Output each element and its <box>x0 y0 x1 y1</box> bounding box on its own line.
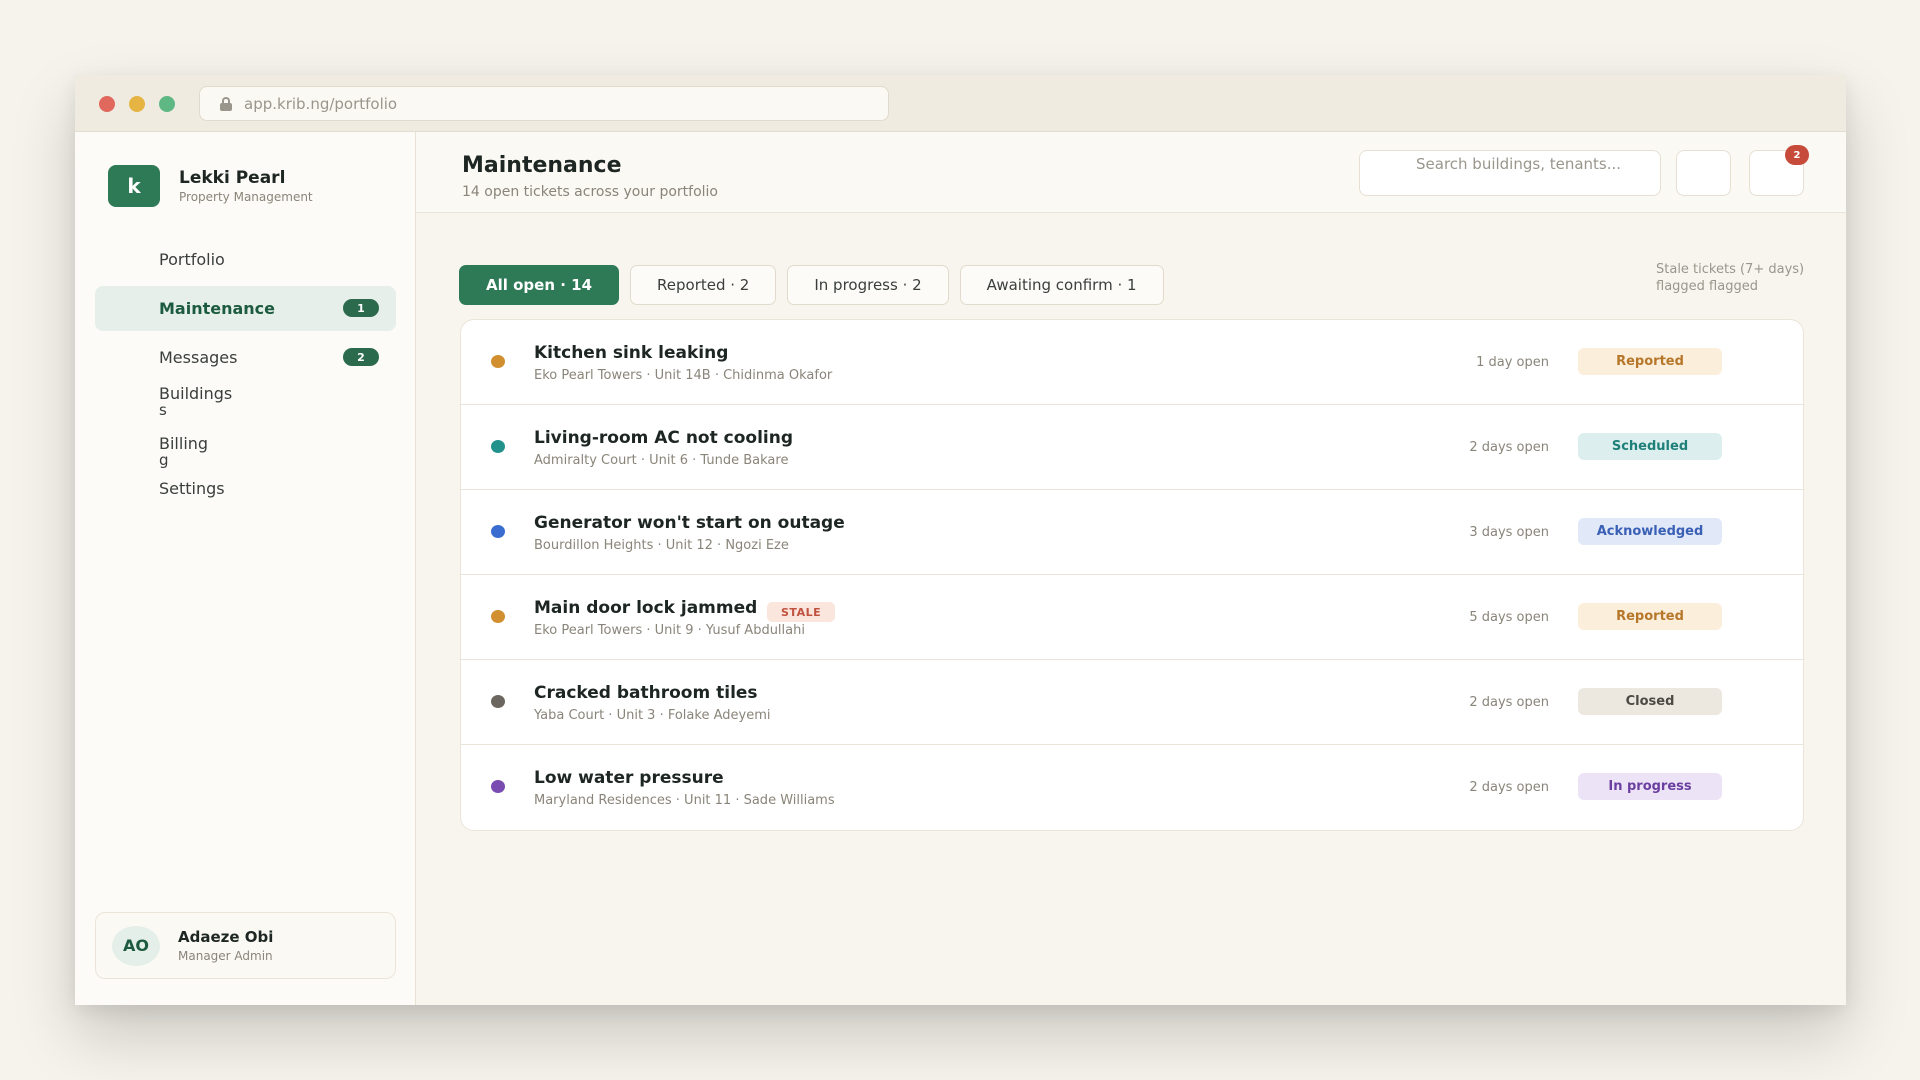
ticket-age: 3 days open <box>1469 525 1549 540</box>
ticket-meta: Bourdillon Heights · Unit 12 · Ngozi Eze <box>534 538 789 553</box>
sidebar-item-maintenance[interactable]: Maintenance 1 <box>95 286 396 331</box>
brand-logo: k <box>108 165 160 207</box>
priority-dot <box>491 355 505 368</box>
status-badge: Closed <box>1578 688 1722 715</box>
sidebar-item-buildings[interactable]: Buildings s <box>95 384 396 424</box>
filter-all-open[interactable]: All open · 14 <box>459 265 620 305</box>
ticket-meta: Eko Pearl Towers · Unit 9 · Yusuf Abdull… <box>534 623 805 638</box>
sidebar-item-label-overflow: g <box>159 451 169 469</box>
maintenance-count-badge: 1 <box>343 299 379 317</box>
ticket-age: 2 days open <box>1469 695 1549 710</box>
ticket-title: Generator won't start on outage <box>534 513 845 533</box>
user-role: Manager Admin <box>178 949 273 963</box>
sidebar-item-label: Maintenance <box>159 299 276 318</box>
brand-subtitle: Property Management <box>179 190 313 204</box>
user-name: Adaeze Obi <box>178 928 274 946</box>
ticket-row[interactable]: Kitchen sink leaking Eko Pearl Towers · … <box>461 320 1803 405</box>
stale-note: Stale tickets (7+ days) flagged flagged <box>1656 262 1805 294</box>
messages-count-badge: 2 <box>343 348 379 366</box>
filter-in-progress[interactable]: In progress · 2 <box>787 265 949 305</box>
status-badge: Reported <box>1578 603 1722 630</box>
priority-dot <box>491 610 505 623</box>
status-badge: Acknowledged <box>1578 518 1722 545</box>
priority-dot <box>491 780 505 793</box>
ticket-row[interactable]: Living-room AC not cooling Admiralty Cou… <box>461 405 1803 490</box>
notification-count-badge: 2 <box>1785 145 1809 165</box>
minimize-window-button[interactable] <box>129 96 145 112</box>
ticket-age: 2 days open <box>1469 440 1549 455</box>
ticket-title: Living-room AC not cooling <box>534 428 794 448</box>
ticket-age: 5 days open <box>1469 610 1549 625</box>
main-content: Maintenance 14 open tickets across your … <box>416 132 1846 1005</box>
sidebar-item-label: Messages <box>159 348 238 367</box>
sidebar-item-portfolio[interactable]: Portfolio <box>95 237 396 282</box>
user-card[interactable]: AO Adaeze Obi Manager Admin <box>95 912 396 979</box>
ticket-row[interactable]: Low water pressure Maryland Residences ·… <box>461 745 1803 830</box>
ticket-age: 1 day open <box>1476 355 1549 370</box>
filter-awaiting-confirm[interactable]: Awaiting confirm · 1 <box>959 265 1164 305</box>
sidebar-item-billing[interactable]: Billing g <box>95 434 396 474</box>
priority-dot <box>491 695 505 708</box>
sidebar-item-label-overflow: s <box>159 401 167 419</box>
sidebar-item-settings[interactable]: Settings <box>95 474 396 502</box>
ticket-list: Kitchen sink leaking Eko Pearl Towers · … <box>460 319 1804 831</box>
ticket-title: Main door lock jammed <box>534 598 758 618</box>
sidebar-item-label: Buildings <box>159 384 233 403</box>
sidebar-nav: Portfolio Maintenance 1 Messages 2 Build… <box>95 237 396 506</box>
ticket-meta: Maryland Residences · Unit 11 · Sade Wil… <box>534 793 835 808</box>
page-subtitle: 14 open tickets across your portfolio <box>462 184 718 200</box>
search-input[interactable]: Search buildings, tenants... <box>1359 150 1661 196</box>
status-badge: In progress <box>1578 773 1722 800</box>
status-badge: Scheduled <box>1578 433 1722 460</box>
sidebar-item-label: Portfolio <box>159 250 225 269</box>
lock-icon <box>220 96 232 111</box>
filter-tabs: All open · 14 Reported · 2 In progress ·… <box>459 265 1164 305</box>
sidebar-item-label: Settings <box>159 478 225 498</box>
sidebar: k Lekki Pearl Property Management Portfo… <box>75 132 416 1005</box>
sidebar-item-label: Billing <box>159 434 209 453</box>
brand[interactable]: k Lekki Pearl Property Management <box>108 165 313 207</box>
address-bar[interactable]: app.krib.ng/portfolio <box>199 86 889 121</box>
maximize-window-button[interactable] <box>159 96 175 112</box>
notifications-button[interactable]: 2 <box>1749 145 1809 196</box>
sidebar-item-messages[interactable]: Messages 2 <box>95 335 396 380</box>
url-text: app.krib.ng/portfolio <box>244 94 398 113</box>
close-window-button[interactable] <box>99 96 115 112</box>
ticket-title: Kitchen sink leaking <box>534 343 729 363</box>
page-title: Maintenance <box>462 153 622 178</box>
priority-dot <box>491 440 505 453</box>
stale-tag: STALE <box>767 602 836 622</box>
ticket-meta: Yaba Court · Unit 3 · Folake Adeyemi <box>534 708 771 723</box>
ticket-meta: Eko Pearl Towers · Unit 14B · Chidinma O… <box>534 368 833 383</box>
status-badge: Reported <box>1578 348 1722 375</box>
ticket-title: Low water pressure <box>534 768 724 788</box>
ticket-age: 2 days open <box>1469 780 1549 795</box>
app-window: app.krib.ng/portfolio k Lekki Pearl Prop… <box>75 75 1846 1005</box>
ticket-row[interactable]: Cracked bathroom tiles Yaba Court · Unit… <box>461 660 1803 745</box>
priority-dot <box>491 525 505 538</box>
page-header: Maintenance 14 open tickets across your … <box>416 132 1846 213</box>
filter-reported[interactable]: Reported · 2 <box>630 265 777 305</box>
help-button[interactable] <box>1676 150 1731 196</box>
ticket-row[interactable]: Main door lock jammed STALE Eko Pearl To… <box>461 575 1803 660</box>
ticket-row[interactable]: Generator won't start on outage Bourdill… <box>461 490 1803 575</box>
brand-name: Lekki Pearl <box>179 168 286 188</box>
browser-titlebar: app.krib.ng/portfolio <box>75 75 1846 132</box>
ticket-meta: Admiralty Court · Unit 6 · Tunde Bakare <box>534 453 789 468</box>
ticket-title: Cracked bathroom tiles <box>534 683 758 703</box>
avatar: AO <box>112 925 160 966</box>
